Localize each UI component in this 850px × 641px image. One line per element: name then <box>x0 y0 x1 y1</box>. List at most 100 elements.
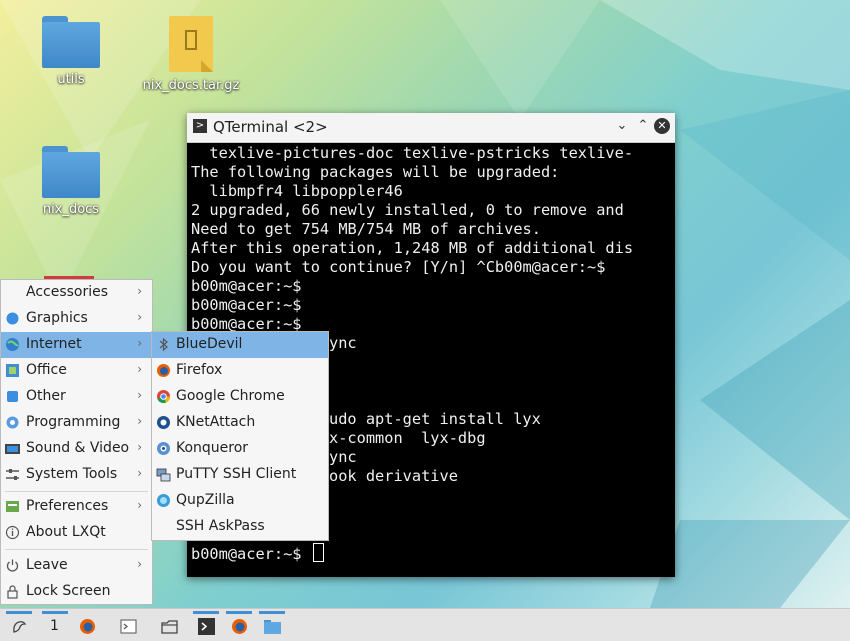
submenu-item-knetattach[interactable]: KNetAttach <box>152 410 328 436</box>
firefox-icon <box>79 618 96 635</box>
terminal-line: ook derivative <box>329 467 458 485</box>
chevron-right-icon: › <box>137 310 142 324</box>
power-icon <box>5 558 20 573</box>
window-titlebar[interactable]: > QTerminal <2> ⌄ ⌃ ✕ <box>187 113 675 143</box>
workspace-number: 1 <box>50 618 59 634</box>
desktop-icon-nix-docs-archive[interactable]: nix_docs.tar.gz <box>136 16 246 93</box>
menu-item-label: Lock Screen <box>26 583 111 599</box>
firefox-icon <box>156 363 171 378</box>
terminal-icon: > <box>193 119 207 133</box>
knetattach-icon <box>156 415 171 430</box>
putty-icon <box>156 467 171 482</box>
chrome-icon <box>156 389 171 404</box>
menu-item-sound-video[interactable]: Sound & Video › <box>1 436 152 462</box>
submenu-item-label: Firefox <box>176 362 223 378</box>
chevron-right-icon: › <box>137 362 142 376</box>
system-tools-icon <box>5 467 20 482</box>
submenu-item-konqueror[interactable]: Konqueror <box>152 436 328 462</box>
terminal-line: b00m@acer:~$ <box>191 296 302 314</box>
terminal-line: Need to get 754 MB/754 MB of archives. <box>191 220 541 238</box>
active-indicator <box>6 611 32 614</box>
minimize-button[interactable]: ⌄ <box>613 117 631 135</box>
folder-icon <box>42 16 100 68</box>
qupzilla-icon <box>156 493 171 508</box>
info-icon <box>5 525 20 540</box>
task-firefox[interactable] <box>224 611 254 639</box>
menu-item-office[interactable]: Office › <box>1 358 152 384</box>
active-indicator <box>226 611 252 614</box>
firefox-icon <box>231 618 248 635</box>
chevron-right-icon: › <box>137 466 142 480</box>
application-menu[interactable]: Accessories › Graphics › Internet › Offi… <box>0 279 153 605</box>
task-folder[interactable] <box>257 611 287 639</box>
submenu-item-label: BlueDevil <box>176 336 243 352</box>
terminal-icon <box>120 618 137 635</box>
task-qterminal[interactable] <box>191 611 221 639</box>
accessories-icon <box>5 285 20 300</box>
terminal-line: libmpfr4 libpoppler46 <box>191 182 403 200</box>
menu-item-preferences[interactable]: Preferences › <box>1 494 152 520</box>
chevron-right-icon: › <box>137 336 142 350</box>
terminal-line: Do you want to continue? [Y/n] ^Cb00m@ac… <box>191 258 606 276</box>
active-indicator <box>259 611 285 614</box>
quicklaunch-file-manager[interactable] <box>154 611 184 639</box>
lxqt-menu-icon <box>11 618 28 635</box>
menu-item-graphics[interactable]: Graphics › <box>1 306 152 332</box>
close-button[interactable]: ✕ <box>654 118 670 134</box>
desktop-icon-label: nix_docs <box>42 202 100 217</box>
menu-item-label: Office <box>26 362 67 378</box>
menu-item-accessories[interactable]: Accessories › <box>1 280 152 306</box>
quicklaunch-firefox[interactable] <box>72 611 102 639</box>
desktop-icon-utils[interactable]: utils <box>16 16 126 87</box>
folder-icon <box>42 146 100 198</box>
menu-item-internet[interactable]: Internet › <box>1 332 152 358</box>
terminal-line: ync <box>329 448 357 466</box>
chevron-right-icon: › <box>137 388 142 402</box>
submenu-item-label: SSH AskPass <box>176 518 265 534</box>
menu-separator <box>5 491 148 492</box>
menu-item-label: Internet <box>26 336 82 352</box>
terminal-line: udo apt-get install lyx <box>329 410 541 428</box>
bluetooth-icon <box>156 337 171 352</box>
file-manager-icon <box>161 618 178 635</box>
main-menu-button[interactable] <box>4 611 34 639</box>
programming-icon <box>5 415 20 430</box>
active-indicator <box>42 611 68 614</box>
menu-separator <box>5 549 148 550</box>
submenu-item-ssh-askpass[interactable]: SSH AskPass <box>152 514 328 540</box>
desktop-icon-label: utils <box>57 72 85 87</box>
submenu-item-bluedevil[interactable]: BlueDevil <box>152 332 328 358</box>
desktop-icon-nix-docs[interactable]: nix_docs <box>16 146 126 217</box>
menu-item-label: Programming <box>26 414 121 430</box>
maximize-button[interactable]: ⌃ <box>634 117 652 135</box>
submenu-item-google-chrome[interactable]: Google Chrome <box>152 384 328 410</box>
office-icon <box>5 363 20 378</box>
chevron-right-icon: › <box>137 440 142 454</box>
menu-item-label: System Tools <box>26 466 118 482</box>
internet-submenu[interactable]: BlueDevil Firefox Google Chrome KNetAtta… <box>151 331 329 541</box>
menu-item-programming[interactable]: Programming › <box>1 410 152 436</box>
prompt-text: b00m@acer:~$ <box>191 545 311 563</box>
submenu-item-label: KNetAttach <box>176 414 256 430</box>
chevron-right-icon: › <box>137 284 142 298</box>
submenu-item-putty-ssh-client[interactable]: PuTTY SSH Client <box>152 462 328 488</box>
menu-item-label: Leave <box>26 557 68 573</box>
menu-item-lock-screen[interactable]: Lock Screen <box>1 579 152 605</box>
chevron-right-icon: › <box>137 414 142 428</box>
menu-item-other[interactable]: Other › <box>1 384 152 410</box>
submenu-item-qupzilla[interactable]: QupZilla <box>152 488 328 514</box>
menu-item-about-lxqt[interactable]: About LXQt <box>1 520 152 546</box>
terminal-line: ync <box>329 334 357 352</box>
archive-icon <box>169 16 213 72</box>
menu-item-leave[interactable]: Leave › <box>1 553 152 579</box>
submenu-item-label: PuTTY SSH Client <box>176 466 297 482</box>
menu-item-label: Graphics <box>26 310 88 326</box>
submenu-item-firefox[interactable]: Firefox <box>152 358 328 384</box>
submenu-item-label: Konqueror <box>176 440 249 456</box>
menu-item-system-tools[interactable]: System Tools › <box>1 462 152 488</box>
konqueror-icon <box>156 441 171 456</box>
workspace-switcher[interactable]: 1 <box>40 611 70 639</box>
desktop-icon-label: nix_docs.tar.gz <box>142 78 240 93</box>
quicklaunch-terminal[interactable] <box>113 611 143 639</box>
menu-item-label: Preferences <box>26 498 109 514</box>
